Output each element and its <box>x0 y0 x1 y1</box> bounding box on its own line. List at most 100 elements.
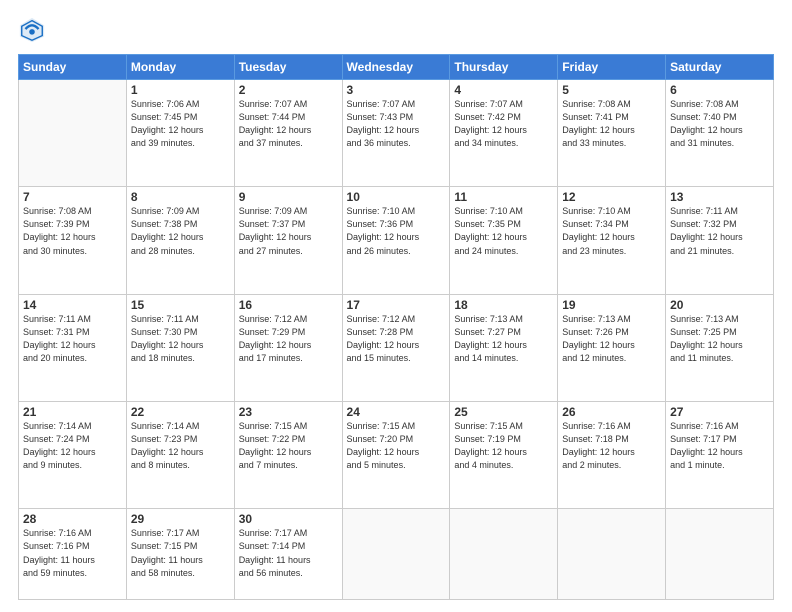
day-info: Sunrise: 7:09 AM Sunset: 7:38 PM Dayligh… <box>131 205 230 257</box>
calendar-cell: 16Sunrise: 7:12 AM Sunset: 7:29 PM Dayli… <box>234 294 342 401</box>
calendar-cell: 13Sunrise: 7:11 AM Sunset: 7:32 PM Dayli… <box>666 187 774 294</box>
day-info: Sunrise: 7:11 AM Sunset: 7:31 PM Dayligh… <box>23 313 122 365</box>
calendar-cell: 21Sunrise: 7:14 AM Sunset: 7:24 PM Dayli… <box>19 402 127 509</box>
day-number: 11 <box>454 190 553 204</box>
day-number: 24 <box>347 405 446 419</box>
calendar-week-row: 21Sunrise: 7:14 AM Sunset: 7:24 PM Dayli… <box>19 402 774 509</box>
day-number: 3 <box>347 83 446 97</box>
day-number: 21 <box>23 405 122 419</box>
day-number: 9 <box>239 190 338 204</box>
calendar-col-header: Friday <box>558 55 666 80</box>
logo <box>18 16 50 44</box>
day-number: 20 <box>670 298 769 312</box>
calendar-cell: 12Sunrise: 7:10 AM Sunset: 7:34 PM Dayli… <box>558 187 666 294</box>
day-info: Sunrise: 7:09 AM Sunset: 7:37 PM Dayligh… <box>239 205 338 257</box>
day-number: 1 <box>131 83 230 97</box>
day-info: Sunrise: 7:15 AM Sunset: 7:20 PM Dayligh… <box>347 420 446 472</box>
calendar-week-row: 7Sunrise: 7:08 AM Sunset: 7:39 PM Daylig… <box>19 187 774 294</box>
day-number: 10 <box>347 190 446 204</box>
day-info: Sunrise: 7:17 AM Sunset: 7:15 PM Dayligh… <box>131 527 230 579</box>
calendar-cell: 6Sunrise: 7:08 AM Sunset: 7:40 PM Daylig… <box>666 80 774 187</box>
day-number: 19 <box>562 298 661 312</box>
day-info: Sunrise: 7:15 AM Sunset: 7:19 PM Dayligh… <box>454 420 553 472</box>
day-info: Sunrise: 7:12 AM Sunset: 7:28 PM Dayligh… <box>347 313 446 365</box>
day-info: Sunrise: 7:16 AM Sunset: 7:16 PM Dayligh… <box>23 527 122 579</box>
calendar-week-row: 28Sunrise: 7:16 AM Sunset: 7:16 PM Dayli… <box>19 509 774 600</box>
day-info: Sunrise: 7:15 AM Sunset: 7:22 PM Dayligh… <box>239 420 338 472</box>
calendar-cell: 20Sunrise: 7:13 AM Sunset: 7:25 PM Dayli… <box>666 294 774 401</box>
calendar-cell: 25Sunrise: 7:15 AM Sunset: 7:19 PM Dayli… <box>450 402 558 509</box>
day-number: 28 <box>23 512 122 526</box>
calendar-table: SundayMondayTuesdayWednesdayThursdayFrid… <box>18 54 774 600</box>
calendar-cell: 26Sunrise: 7:16 AM Sunset: 7:18 PM Dayli… <box>558 402 666 509</box>
day-number: 12 <box>562 190 661 204</box>
day-number: 27 <box>670 405 769 419</box>
calendar-cell <box>450 509 558 600</box>
calendar-cell <box>342 509 450 600</box>
day-info: Sunrise: 7:08 AM Sunset: 7:39 PM Dayligh… <box>23 205 122 257</box>
day-info: Sunrise: 7:07 AM Sunset: 7:43 PM Dayligh… <box>347 98 446 150</box>
logo-icon <box>18 16 46 44</box>
day-info: Sunrise: 7:13 AM Sunset: 7:26 PM Dayligh… <box>562 313 661 365</box>
day-number: 18 <box>454 298 553 312</box>
day-info: Sunrise: 7:08 AM Sunset: 7:40 PM Dayligh… <box>670 98 769 150</box>
day-info: Sunrise: 7:13 AM Sunset: 7:27 PM Dayligh… <box>454 313 553 365</box>
day-info: Sunrise: 7:10 AM Sunset: 7:35 PM Dayligh… <box>454 205 553 257</box>
day-info: Sunrise: 7:12 AM Sunset: 7:29 PM Dayligh… <box>239 313 338 365</box>
calendar-cell: 17Sunrise: 7:12 AM Sunset: 7:28 PM Dayli… <box>342 294 450 401</box>
calendar-cell: 14Sunrise: 7:11 AM Sunset: 7:31 PM Dayli… <box>19 294 127 401</box>
day-info: Sunrise: 7:17 AM Sunset: 7:14 PM Dayligh… <box>239 527 338 579</box>
calendar-cell: 4Sunrise: 7:07 AM Sunset: 7:42 PM Daylig… <box>450 80 558 187</box>
day-info: Sunrise: 7:07 AM Sunset: 7:42 PM Dayligh… <box>454 98 553 150</box>
calendar-cell: 24Sunrise: 7:15 AM Sunset: 7:20 PM Dayli… <box>342 402 450 509</box>
page: SundayMondayTuesdayWednesdayThursdayFrid… <box>0 0 792 612</box>
calendar-col-header: Thursday <box>450 55 558 80</box>
calendar-col-header: Sunday <box>19 55 127 80</box>
day-info: Sunrise: 7:16 AM Sunset: 7:17 PM Dayligh… <box>670 420 769 472</box>
day-number: 8 <box>131 190 230 204</box>
calendar-cell: 5Sunrise: 7:08 AM Sunset: 7:41 PM Daylig… <box>558 80 666 187</box>
day-number: 6 <box>670 83 769 97</box>
calendar-cell: 15Sunrise: 7:11 AM Sunset: 7:30 PM Dayli… <box>126 294 234 401</box>
day-number: 22 <box>131 405 230 419</box>
day-number: 29 <box>131 512 230 526</box>
day-info: Sunrise: 7:14 AM Sunset: 7:23 PM Dayligh… <box>131 420 230 472</box>
day-number: 25 <box>454 405 553 419</box>
day-number: 23 <box>239 405 338 419</box>
day-number: 16 <box>239 298 338 312</box>
calendar-cell: 2Sunrise: 7:07 AM Sunset: 7:44 PM Daylig… <box>234 80 342 187</box>
day-number: 17 <box>347 298 446 312</box>
calendar-cell: 11Sunrise: 7:10 AM Sunset: 7:35 PM Dayli… <box>450 187 558 294</box>
calendar-cell <box>19 80 127 187</box>
day-info: Sunrise: 7:10 AM Sunset: 7:36 PM Dayligh… <box>347 205 446 257</box>
calendar-cell: 10Sunrise: 7:10 AM Sunset: 7:36 PM Dayli… <box>342 187 450 294</box>
calendar-cell: 19Sunrise: 7:13 AM Sunset: 7:26 PM Dayli… <box>558 294 666 401</box>
calendar-cell: 3Sunrise: 7:07 AM Sunset: 7:43 PM Daylig… <box>342 80 450 187</box>
day-info: Sunrise: 7:16 AM Sunset: 7:18 PM Dayligh… <box>562 420 661 472</box>
day-info: Sunrise: 7:08 AM Sunset: 7:41 PM Dayligh… <box>562 98 661 150</box>
day-info: Sunrise: 7:07 AM Sunset: 7:44 PM Dayligh… <box>239 98 338 150</box>
calendar-col-header: Tuesday <box>234 55 342 80</box>
calendar-week-row: 14Sunrise: 7:11 AM Sunset: 7:31 PM Dayli… <box>19 294 774 401</box>
day-info: Sunrise: 7:11 AM Sunset: 7:30 PM Dayligh… <box>131 313 230 365</box>
calendar-cell: 30Sunrise: 7:17 AM Sunset: 7:14 PM Dayli… <box>234 509 342 600</box>
day-number: 30 <box>239 512 338 526</box>
calendar-cell: 7Sunrise: 7:08 AM Sunset: 7:39 PM Daylig… <box>19 187 127 294</box>
calendar-col-header: Saturday <box>666 55 774 80</box>
calendar-col-header: Monday <box>126 55 234 80</box>
day-info: Sunrise: 7:10 AM Sunset: 7:34 PM Dayligh… <box>562 205 661 257</box>
calendar-header-row: SundayMondayTuesdayWednesdayThursdayFrid… <box>19 55 774 80</box>
calendar-week-row: 1Sunrise: 7:06 AM Sunset: 7:45 PM Daylig… <box>19 80 774 187</box>
calendar-cell <box>666 509 774 600</box>
calendar-col-header: Wednesday <box>342 55 450 80</box>
calendar-cell: 22Sunrise: 7:14 AM Sunset: 7:23 PM Dayli… <box>126 402 234 509</box>
day-number: 7 <box>23 190 122 204</box>
calendar-cell: 27Sunrise: 7:16 AM Sunset: 7:17 PM Dayli… <box>666 402 774 509</box>
calendar-cell: 9Sunrise: 7:09 AM Sunset: 7:37 PM Daylig… <box>234 187 342 294</box>
calendar-cell: 28Sunrise: 7:16 AM Sunset: 7:16 PM Dayli… <box>19 509 127 600</box>
calendar-cell: 29Sunrise: 7:17 AM Sunset: 7:15 PM Dayli… <box>126 509 234 600</box>
day-number: 15 <box>131 298 230 312</box>
day-number: 26 <box>562 405 661 419</box>
calendar-cell: 23Sunrise: 7:15 AM Sunset: 7:22 PM Dayli… <box>234 402 342 509</box>
day-number: 2 <box>239 83 338 97</box>
